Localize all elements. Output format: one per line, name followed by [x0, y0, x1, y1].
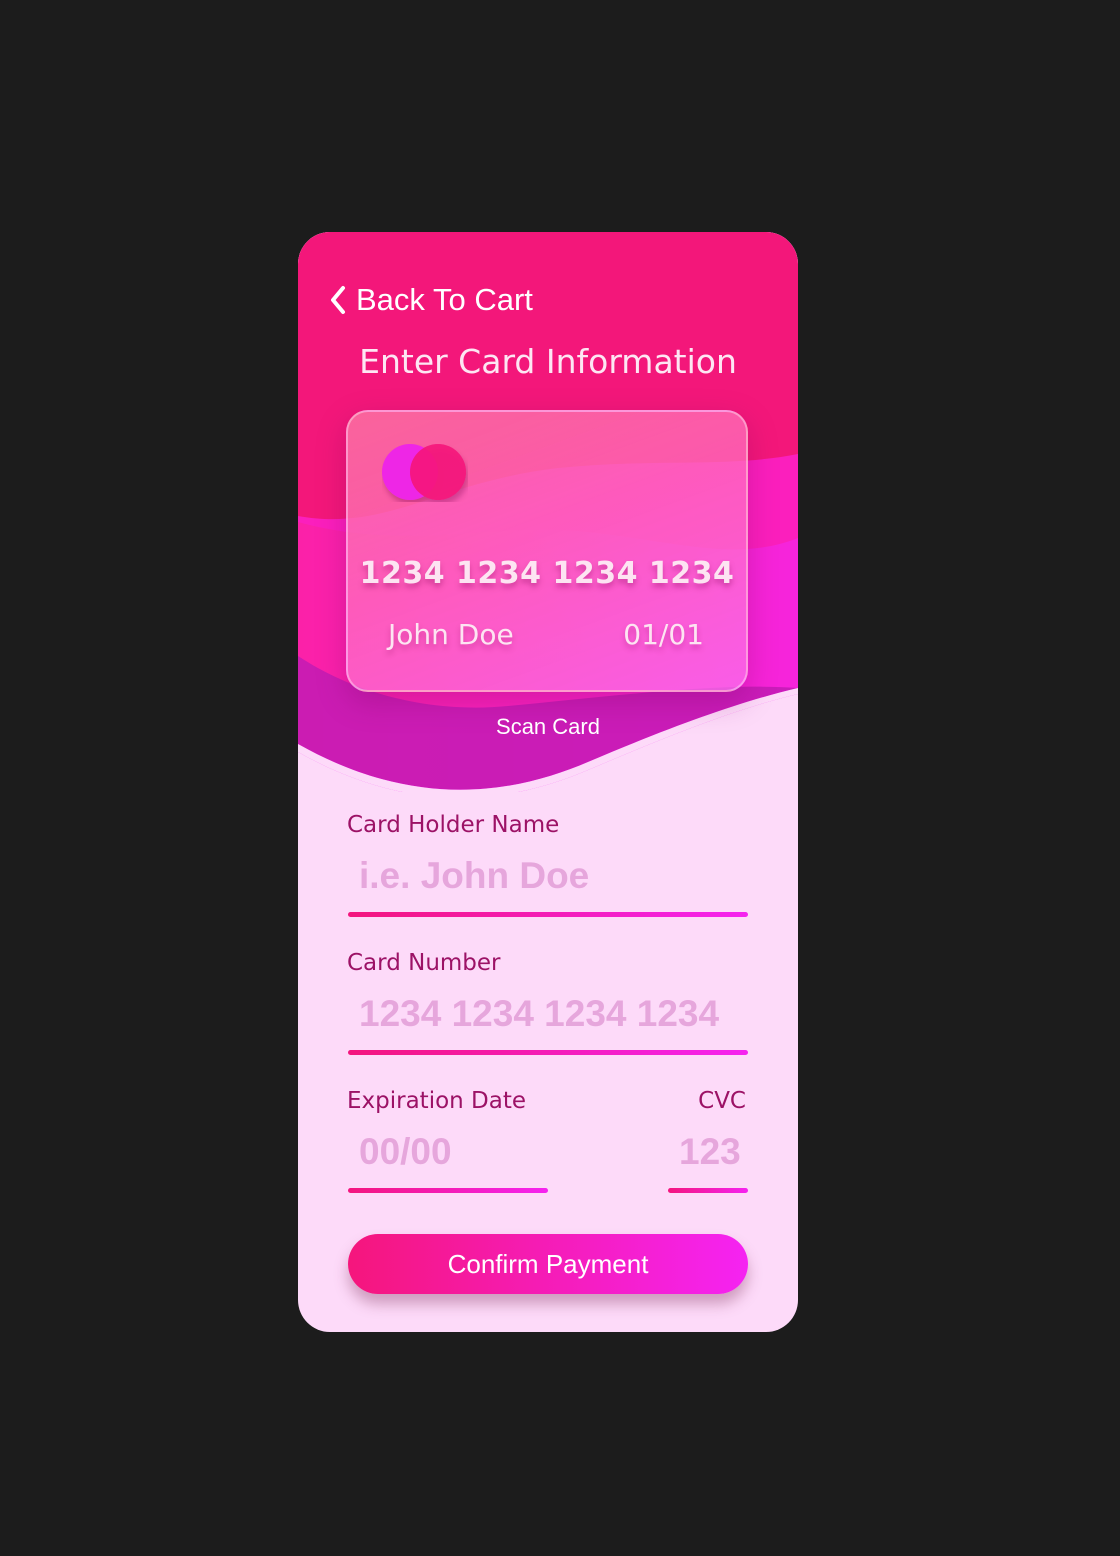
expiration-date-underline: [348, 1188, 548, 1193]
confirm-payment-button[interactable]: Confirm Payment: [348, 1234, 748, 1294]
card-holder-name-label: Card Holder Name: [347, 812, 560, 838]
page-title: Enter Card Information: [359, 342, 737, 381]
card-holder-name-underline: [348, 912, 748, 917]
cvc-label: CVC: [698, 1088, 746, 1114]
chevron-left-icon: [331, 286, 345, 314]
card-preview-holder: John Doe: [388, 618, 514, 651]
card-brand-logo-icon: [382, 444, 466, 500]
back-to-cart-label: Back To Cart: [356, 282, 533, 317]
scan-card-link[interactable]: Scan Card: [298, 714, 798, 740]
cvc-input[interactable]: [679, 1128, 751, 1176]
payment-screen: Back To Cart Enter Card Information 1234…: [298, 232, 798, 1332]
card-holder-name-input[interactable]: [359, 852, 739, 900]
cvc-underline: [668, 1188, 748, 1193]
expiration-date-label: Expiration Date: [347, 1088, 527, 1114]
card-preview: 1234 1234 1234 1234 John Doe 01/01: [346, 410, 748, 692]
card-number-label: Card Number: [347, 950, 501, 976]
card-preview-expiry: 01/01: [623, 618, 704, 651]
card-preview-number: 1234 1234 1234 1234: [359, 556, 735, 591]
card-number-input[interactable]: [359, 990, 749, 1038]
expiration-date-input[interactable]: [359, 1128, 539, 1176]
back-to-cart-button[interactable]: Back To Cart: [328, 280, 533, 320]
card-number-underline: [348, 1050, 748, 1055]
